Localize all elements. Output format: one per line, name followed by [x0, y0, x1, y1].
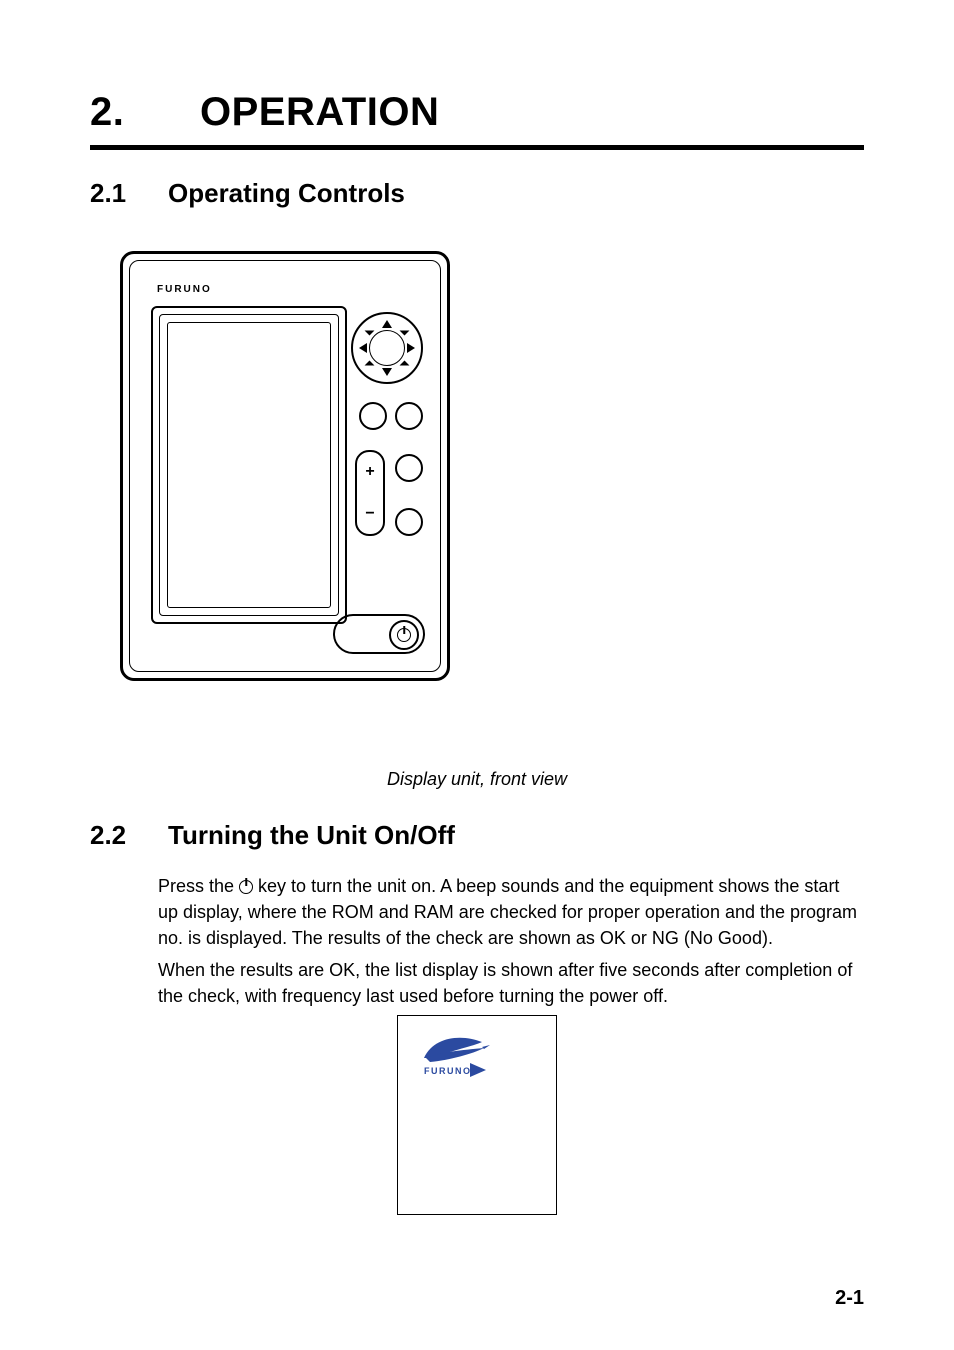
page: 2.OPERATION 2.1Operating Controls FURUNO — [0, 0, 954, 1350]
arrow-nw-icon — [365, 326, 375, 336]
display-screen — [151, 306, 347, 624]
brand-flag-icon — [470, 1063, 486, 1077]
soft-button-3[interactable] — [395, 454, 423, 482]
chapter-title-text: OPERATION — [200, 90, 439, 134]
heading-rule — [90, 145, 864, 150]
zoom-out-label: − — [357, 506, 383, 522]
sailfish-icon — [422, 1032, 492, 1064]
arrow-up-icon — [382, 320, 392, 328]
display-unit-body: FURUNO + — [120, 251, 450, 681]
p1-tail: key to turn the unit on. A beep sounds a… — [158, 876, 857, 948]
power-key-area — [333, 614, 425, 654]
cursor-pad[interactable] — [351, 312, 423, 384]
p1-lead: Press the — [158, 876, 239, 896]
figure-1-caption: Display unit, front view — [90, 769, 864, 790]
startup-screen-figure: FURUNO — [397, 1015, 557, 1215]
arrow-se-icon — [400, 361, 410, 371]
zoom-rocker[interactable]: + − — [355, 450, 385, 536]
soft-button-2[interactable] — [395, 402, 423, 430]
section-2-2-title: Turning the Unit On/Off — [168, 820, 455, 850]
chapter-heading: 2.OPERATION — [90, 90, 864, 135]
arrow-ne-icon — [400, 326, 410, 336]
zoom-in-label: + — [357, 464, 383, 480]
soft-button-4[interactable] — [395, 508, 423, 536]
power-button[interactable] — [389, 620, 419, 650]
paragraph-2: When the results are OK, the list displa… — [158, 957, 864, 1009]
page-number: 2-1 — [835, 1287, 864, 1310]
section-2-1-title: Operating Controls — [168, 178, 405, 208]
arrow-down-icon — [382, 368, 392, 376]
section-2-2-number: 2.2 — [90, 820, 168, 851]
power-icon — [239, 880, 253, 894]
screen-frame-inner — [167, 322, 331, 608]
section-2-1-heading: 2.1Operating Controls — [90, 178, 864, 209]
brand-label: FURUNO — [157, 284, 212, 295]
chapter-number: 2. — [90, 90, 200, 135]
section-2-1-number: 2.1 — [90, 178, 168, 209]
arrow-right-icon — [407, 343, 415, 353]
arrow-sw-icon — [365, 361, 375, 371]
display-unit-figure: FURUNO + — [110, 231, 490, 751]
arrow-left-icon — [359, 343, 367, 353]
paragraph-1: Press the key to turn the unit on. A bee… — [158, 873, 864, 951]
soft-button-1[interactable] — [359, 402, 387, 430]
section-2-2-heading: 2.2Turning the Unit On/Off — [90, 820, 864, 851]
cursor-pad-inner — [369, 330, 405, 366]
power-icon — [397, 628, 411, 642]
splash-brand-label: FURUNO — [424, 1066, 472, 1076]
